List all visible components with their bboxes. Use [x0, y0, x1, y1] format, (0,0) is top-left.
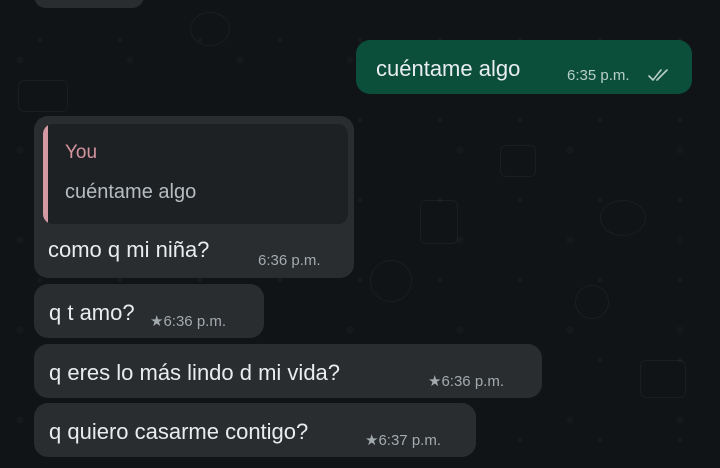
star-icon: ★: [150, 313, 164, 330]
message-time: ★6:36 p.m.: [428, 372, 504, 390]
incoming-message-bubble[interactable]: q quiero casarme contigo? ★6:37 p.m.: [34, 403, 476, 457]
incoming-message-bubble[interactable]: q eres lo más lindo d mi vida? ★6:36 p.m…: [34, 344, 542, 398]
message-text: q t amo?: [49, 300, 135, 325]
wallpaper-doodle: [600, 200, 646, 236]
wallpaper-doodle: [370, 260, 412, 302]
reply-quote[interactable]: You cuéntame algo: [43, 124, 348, 224]
outgoing-message-bubble[interactable]: cuéntame algo 6:35 p.m.: [356, 40, 692, 94]
wallpaper-doodle: [640, 360, 686, 398]
wallpaper-doodle: [420, 200, 458, 244]
star-icon: ★: [428, 373, 442, 390]
double-check-icon: [648, 69, 668, 81]
incoming-message-bubble[interactable]: q t amo? ★6:36 p.m.: [34, 284, 264, 338]
message-time: ★6:36 p.m.: [150, 312, 226, 330]
star-icon: ★: [365, 432, 379, 449]
message-time: 6:35 p.m.: [567, 67, 630, 84]
quote-author: You: [65, 142, 98, 163]
message-time-value: 6:36 p.m.: [163, 313, 226, 330]
message-time: ★6:37 p.m.: [365, 431, 441, 449]
message-text: q eres lo más lindo d mi vida?: [49, 360, 341, 385]
message-text: como q mi niña?: [48, 237, 210, 262]
wallpaper-doodle: [500, 145, 536, 177]
message-text: cuéntame algo: [376, 56, 521, 81]
previous-message-bubble: [34, 0, 144, 8]
wallpaper-doodle: [575, 285, 609, 319]
message-text: q quiero casarme contigo?: [49, 419, 309, 444]
wallpaper-doodle: [18, 80, 68, 112]
quote-accent-bar: [43, 124, 48, 224]
incoming-message-bubble[interactable]: You cuéntame algo como q mi niña? 6:36 p…: [34, 116, 354, 278]
quote-text: cuéntame algo: [65, 181, 197, 203]
wallpaper-doodle: [190, 12, 230, 46]
message-time-value: 6:37 p.m.: [378, 432, 441, 449]
message-time: 6:36 p.m.: [258, 252, 321, 269]
message-time-value: 6:36 p.m.: [441, 373, 504, 390]
